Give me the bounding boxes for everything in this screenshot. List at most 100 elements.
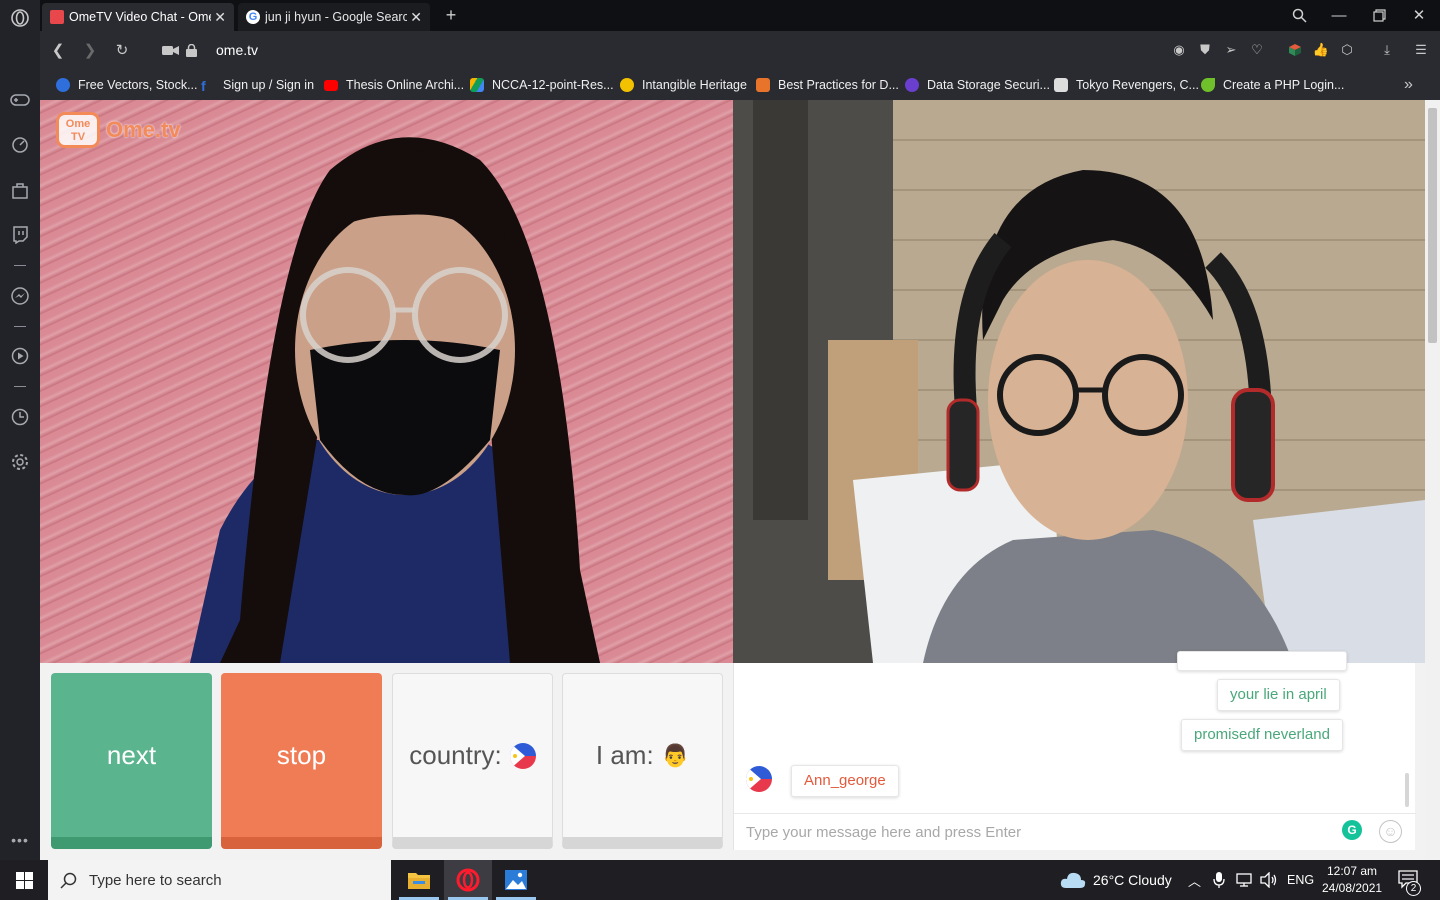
tab-title: OmeTV Video Chat - Omegle — [69, 10, 211, 24]
chat-message-input[interactable] — [746, 822, 1326, 842]
tab-google-search[interactable]: G jun ji hyun - Google Search ✕ — [238, 3, 430, 31]
next-button[interactable]: next — [51, 673, 212, 849]
bookmark-label: Sign up / Sign in — [223, 78, 315, 92]
weather-widget[interactable]: 26°C Cloudy — [1060, 860, 1172, 900]
history-icon[interactable] — [10, 407, 30, 427]
player-icon[interactable] — [10, 346, 30, 366]
tab-strip: OmeTV Video Chat - Omegle ✕ G jun ji hyu… — [40, 0, 1440, 31]
camera-active-icon[interactable] — [160, 40, 180, 60]
bookmark-label: Data Storage Securi... — [927, 78, 1050, 92]
country-selector-button[interactable]: country: — [392, 673, 553, 849]
chat-panel: your lie in april promisedf neverland An… — [733, 651, 1416, 850]
extension-cube-icon[interactable] — [1286, 41, 1304, 59]
volume-icon[interactable] — [1260, 860, 1278, 900]
bookmark-item[interactable]: f Sign up / Sign in — [201, 75, 314, 95]
bookmark-item[interactable]: Thesis Online Archi... — [324, 75, 464, 95]
partner-flag-icon — [746, 766, 772, 792]
windows-start-icon[interactable] — [0, 860, 48, 900]
google-drive-icon — [470, 78, 484, 92]
snapshot-icon[interactable]: ◉ — [1170, 41, 1188, 59]
download-icon[interactable]: ⤓ — [1378, 41, 1396, 59]
country-label: country: — [409, 740, 502, 770]
ometv-logo[interactable]: Ome TV Ome.tv — [56, 112, 181, 148]
partner-video: Ome TV Ome.tv — [40, 100, 733, 663]
opera-menu-icon[interactable] — [10, 8, 30, 28]
stop-label: stop — [276, 739, 327, 770]
search-placeholder: Type here to search — [89, 871, 222, 889]
ometv-page: Ome TV Ome.tv next stop country: I am: 👨… — [40, 100, 1425, 860]
partner-name-badge: Ann_george — [791, 765, 899, 797]
forward-icon[interactable]: ❯ — [80, 40, 100, 60]
chat-message-clipped — [1177, 651, 1347, 671]
emoji-picker-icon[interactable]: ☺ — [1379, 820, 1402, 843]
search-icon — [60, 872, 77, 889]
favorite-heart-icon[interactable]: ♡ — [1248, 41, 1266, 59]
opera-taskbar-icon[interactable] — [444, 860, 492, 900]
tab-ometv[interactable]: OmeTV Video Chat - Omegle ✕ — [42, 3, 234, 31]
google-favicon-icon: G — [246, 10, 260, 24]
windows-taskbar: Type here to search 26°C Cloudy ︿ ENG 12… — [0, 860, 1440, 900]
bookmark-label: Best Practices for D... — [778, 78, 899, 92]
chat-scrollbar[interactable] — [1405, 773, 1409, 807]
messenger-icon[interactable] — [10, 286, 30, 306]
close-tab-icon[interactable]: ✕ — [214, 9, 226, 26]
bookmark-item[interactable]: Data Storage Securi... — [905, 75, 1050, 95]
network-icon[interactable] — [1236, 860, 1254, 900]
bookmark-item[interactable]: Create a PHP Login... — [1201, 75, 1344, 95]
box-extension-icon[interactable]: ⬡ — [1338, 41, 1356, 59]
grammarly-icon[interactable]: G — [1342, 820, 1362, 840]
page-scrollbar[interactable] — [1425, 100, 1440, 860]
sidebar-divider — [14, 386, 26, 387]
minimize-icon[interactable]: — — [1328, 4, 1350, 26]
clock[interactable]: 12:07 am 24/08/2021 — [1322, 860, 1382, 900]
notification-center-icon[interactable]: 2 — [1398, 860, 1421, 900]
speed-dial-icon[interactable] — [10, 135, 30, 155]
opera-sidebar: ••• — [0, 0, 40, 860]
microphone-icon[interactable] — [1213, 860, 1225, 900]
freepik-icon — [56, 78, 70, 92]
secure-lock-icon[interactable] — [181, 40, 201, 60]
back-icon[interactable]: ❮ — [48, 40, 68, 60]
tokyo-revengers-icon — [1054, 78, 1068, 92]
more-options-icon[interactable]: ••• — [10, 830, 30, 850]
stop-button[interactable]: stop — [221, 673, 382, 849]
adblock-shield-icon[interactable]: ⛊ — [1196, 41, 1214, 59]
heritage-icon — [620, 78, 634, 92]
ometv-favicon-icon — [50, 10, 64, 24]
best-practices-icon — [756, 78, 770, 92]
more-bookmarks-icon[interactable]: » — [1404, 75, 1413, 95]
shopping-bag-icon[interactable] — [10, 180, 30, 200]
close-window-icon[interactable]: ✕ — [1408, 4, 1430, 26]
page-scrollbar-thumb[interactable] — [1428, 108, 1437, 343]
input-language-indicator[interactable]: ENG — [1287, 860, 1314, 900]
show-hidden-icons-icon[interactable]: ︿ — [1188, 860, 1201, 900]
restore-icon[interactable] — [1368, 4, 1390, 26]
youtube-icon — [324, 79, 338, 91]
bookmark-item[interactable]: Intangible Heritage — [620, 75, 747, 95]
gamepad-icon[interactable] — [10, 90, 30, 110]
bookmark-item[interactable]: Free Vectors, Stock... — [56, 75, 198, 95]
photos-app-icon[interactable] — [492, 860, 540, 900]
reload-icon[interactable]: ↻ — [112, 40, 132, 60]
bookmark-item[interactable]: Best Practices for D... — [756, 75, 899, 95]
taskbar-search-box[interactable]: Type here to search — [48, 860, 391, 900]
file-explorer-icon[interactable] — [395, 860, 443, 900]
bookmark-item[interactable]: Tokyo Revengers, C... — [1054, 75, 1199, 95]
settings-gear-icon[interactable] — [10, 452, 30, 472]
close-tab-icon[interactable]: ✕ — [410, 9, 422, 26]
thumbs-up-extension-icon[interactable]: 👍 — [1312, 41, 1330, 59]
chat-message-mine: promisedf neverland — [1181, 719, 1343, 751]
twitch-icon[interactable] — [10, 225, 30, 245]
gender-selector-button[interactable]: I am: 👨 — [562, 673, 723, 849]
new-tab-icon[interactable]: + — [440, 4, 462, 26]
data-storage-icon — [905, 78, 919, 92]
send-icon[interactable]: ➢ — [1222, 41, 1240, 59]
php-leaf-icon — [1201, 78, 1215, 92]
url-field[interactable]: ome.tv — [216, 42, 258, 58]
easy-setup-icon[interactable]: ☰ — [1412, 41, 1430, 59]
tab-search-icon[interactable] — [1288, 4, 1310, 26]
bookmark-item[interactable]: NCCA-12-point-Res... — [470, 75, 614, 95]
weather-text: 26°C Cloudy — [1093, 872, 1172, 888]
notification-count-badge: 2 — [1406, 881, 1421, 896]
partner-video-frame — [190, 137, 600, 663]
